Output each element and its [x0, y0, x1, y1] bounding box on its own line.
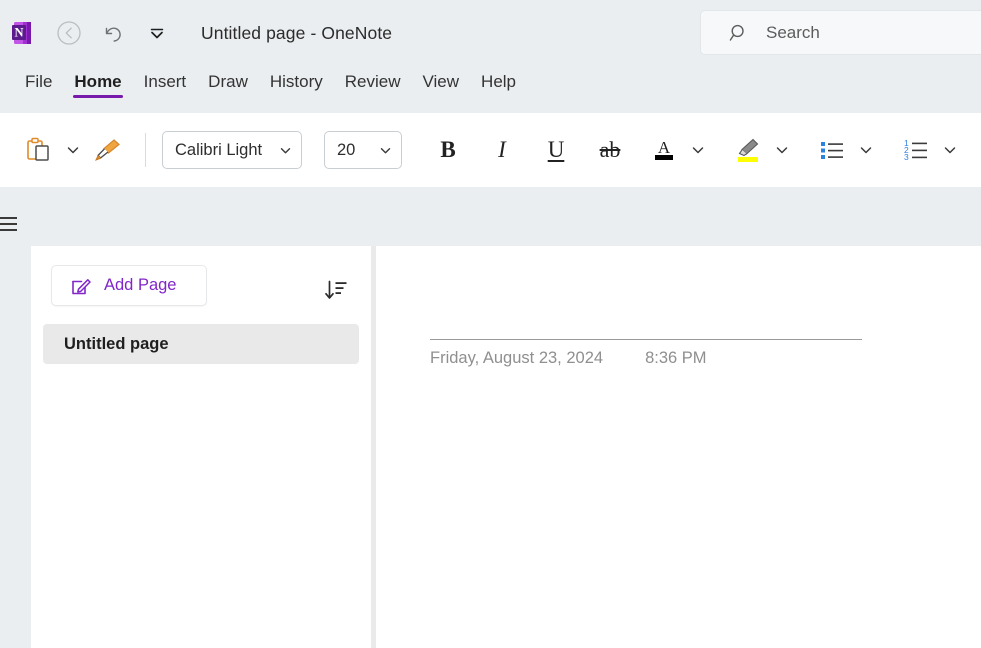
tab-insert-label: Insert: [143, 72, 187, 91]
app-name: OneNote: [321, 22, 393, 43]
page-time: 8:36 PM: [645, 349, 707, 367]
tab-home[interactable]: Home: [63, 66, 132, 107]
tab-view[interactable]: View: [412, 66, 471, 107]
paste-options-button[interactable]: [62, 130, 84, 170]
paste-clipboard-icon: [27, 137, 49, 161]
add-page-label: Add Page: [104, 276, 177, 294]
underline-button[interactable]: U: [533, 128, 579, 172]
customize-quick-access-toolbar-button[interactable]: [135, 11, 179, 55]
chevron-down-icon: [379, 144, 401, 157]
onenote-logo-icon: N: [9, 18, 37, 48]
onenote-window: N Untitled page - OneNote Search File Ho…: [0, 0, 981, 648]
page-title-rule: [430, 339, 862, 340]
font-size-value: 20: [337, 140, 356, 159]
chevron-down-icon: [692, 147, 704, 154]
page-list-header: Add Page: [31, 256, 371, 316]
undo-icon: [105, 27, 121, 42]
numbered-list-icon: 1 2 3: [904, 138, 927, 162]
format-painter-icon: [95, 139, 120, 161]
document-name: Untitled page: [201, 22, 306, 43]
tab-draw[interactable]: Draw: [197, 66, 259, 107]
ribbon-tab-bar: File Home Insert Draw History Review Vie…: [0, 66, 981, 113]
sort-pages-icon: [325, 280, 347, 299]
strikethrough-button[interactable]: ab: [587, 128, 633, 172]
back-arrow-icon: [57, 21, 81, 45]
font-color-options-button[interactable]: [687, 130, 709, 170]
svg-text:3: 3: [904, 152, 909, 162]
add-page-button[interactable]: Add Page: [51, 265, 207, 306]
chevron-down-icon: [944, 147, 956, 154]
font-name-combobox[interactable]: Calibri Light: [162, 131, 302, 169]
search-icon: [728, 22, 750, 44]
tab-draw-label: Draw: [208, 72, 248, 91]
chevron-down-icon: [67, 147, 79, 154]
font-color-button[interactable]: A: [641, 128, 687, 172]
tab-file-label: File: [25, 72, 53, 91]
tab-review[interactable]: Review: [334, 66, 412, 107]
bulleted-list-button[interactable]: [809, 128, 855, 172]
back-button[interactable]: [47, 11, 91, 55]
tab-help[interactable]: Help: [470, 66, 527, 107]
bold-button[interactable]: B: [425, 128, 471, 172]
tab-help-label: Help: [481, 72, 517, 91]
svg-text:N: N: [14, 26, 23, 40]
svg-text:A: A: [658, 138, 671, 157]
toolbar-divider: [145, 133, 146, 167]
text-highlight-options-button[interactable]: [771, 130, 793, 170]
active-tab-underline: [73, 95, 123, 98]
compose-page-icon: [70, 275, 92, 297]
tab-home-label: Home: [74, 72, 122, 91]
page-title-area[interactable]: [430, 266, 862, 331]
title-separator: -: [310, 22, 317, 43]
format-painter-button[interactable]: [84, 128, 132, 172]
window-title: Untitled page - OneNote: [201, 23, 392, 44]
workspace: Add Page Untitled page Friday, August 23…: [0, 187, 981, 648]
home-ribbon-toolbar: Calibri Light 20 B I U ab A 1 2 3: [0, 113, 981, 187]
chevron-down-icon: [860, 147, 872, 154]
search-input[interactable]: [766, 22, 981, 43]
page-timestamp: Friday, August 23, 2024 8:36 PM: [430, 349, 707, 368]
tab-review-label: Review: [344, 72, 401, 91]
page-list-item[interactable]: Untitled page: [43, 324, 359, 364]
page-date: Friday, August 23, 2024: [430, 349, 604, 367]
numbered-list-button[interactable]: 1 2 3: [893, 128, 939, 172]
sort-pages-button[interactable]: [319, 274, 353, 308]
paste-button[interactable]: [14, 128, 62, 172]
page-list-pane: Add Page Untitled page: [31, 246, 371, 648]
bulleted-list-options-button[interactable]: [855, 130, 877, 170]
customize-quick-access-toolbar-icon: [150, 28, 164, 39]
font-color-icon: A: [655, 138, 673, 160]
italic-button[interactable]: I: [479, 128, 525, 172]
text-highlight-button[interactable]: [725, 128, 771, 172]
search-box[interactable]: [700, 10, 981, 55]
navigation-toggle-button[interactable]: [0, 211, 26, 237]
page-list-item-title: Untitled page: [64, 334, 169, 353]
numbered-list-options-button[interactable]: [939, 130, 961, 170]
tab-file[interactable]: File: [14, 66, 63, 107]
chevron-down-icon: [776, 147, 788, 154]
text-highlight-icon: [738, 138, 759, 162]
page-title-input[interactable]: [430, 266, 862, 297]
undo-button[interactable]: [91, 11, 135, 55]
font-size-combobox[interactable]: 20: [324, 131, 402, 169]
chevron-down-icon: [279, 144, 301, 157]
note-canvas[interactable]: Friday, August 23, 2024 8:36 PM: [376, 246, 981, 648]
tab-history-label: History: [269, 72, 323, 91]
tab-insert[interactable]: Insert: [133, 66, 198, 107]
font-name-value: Calibri Light: [175, 140, 263, 159]
bulleted-list-icon: [821, 142, 843, 159]
content-panel: Add Page Untitled page Friday, August 23…: [31, 246, 981, 648]
hamburger-menu-icon: [0, 217, 17, 231]
tab-history[interactable]: History: [259, 66, 334, 107]
tab-view-label: View: [422, 72, 460, 91]
